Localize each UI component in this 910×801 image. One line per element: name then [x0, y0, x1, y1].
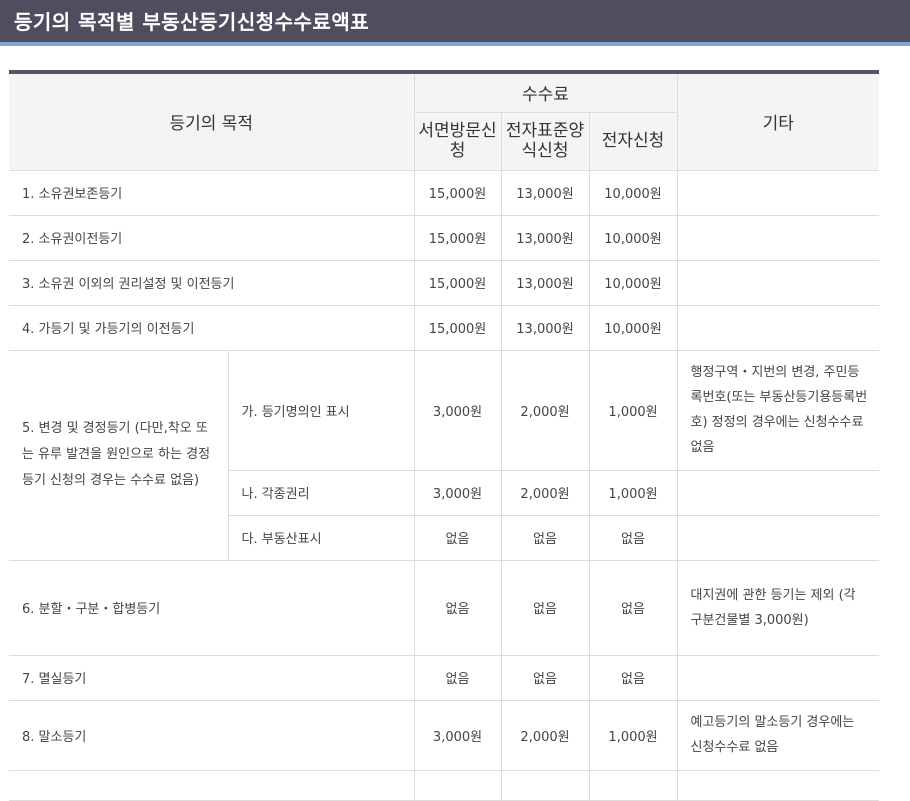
- fee-visit: 없음: [413, 654, 502, 701]
- fee-efile: 2,000원: [500, 349, 590, 471]
- header-electronic: 전자신청: [588, 111, 678, 171]
- row-etc: [676, 169, 880, 216]
- header-visit: 서면방문신청: [414, 111, 502, 171]
- fee-efile: 2,000원: [500, 469, 590, 516]
- row-etc: [676, 654, 880, 701]
- fee-electronic: 없음: [588, 559, 678, 656]
- fee-efile: 13,000원: [500, 169, 590, 216]
- fee-efile: 없음: [500, 559, 590, 656]
- fee-electronic: 없음: [588, 654, 678, 701]
- sub-row-label: 가. 등기명의인 표시: [227, 349, 415, 471]
- fee-visit: 15,000원: [413, 169, 502, 216]
- page-title: 등기의 목적별 부동산등기신청수수료액표: [14, 10, 370, 34]
- fee-efile: 13,000원: [500, 214, 590, 261]
- row-etc: [676, 469, 880, 516]
- table-row: 5. 변경 및 경정등기 (다만,착오 또는 유루 발견을 원인으로 하는 경정…: [9, 349, 880, 561]
- fee-electronic: 10,000원: [588, 259, 678, 306]
- row-etc: 대지권에 관한 등기는 제외 (각 구분건물별 3,000원): [676, 559, 880, 656]
- fee-electronic: 1,000원: [588, 699, 678, 771]
- row-purpose: 1. 소유권보존등기: [9, 169, 415, 216]
- row-etc: 예고등기의 말소등기 경우에는 신청수수료 없음: [676, 699, 880, 771]
- table-row-partial: [9, 769, 880, 801]
- fee-efile: 없음: [500, 514, 590, 561]
- fee-efile: 13,000원: [500, 304, 590, 351]
- table-row: 8. 말소등기 3,000원 2,000원 1,000원 예고등기의 말소등기 …: [9, 699, 880, 771]
- row-purpose: 2. 소유권이전등기: [9, 214, 415, 261]
- fee-efile: 13,000원: [500, 259, 590, 306]
- row-etc: [676, 514, 880, 561]
- fee-electronic: 10,000원: [588, 169, 678, 216]
- row-etc: [676, 259, 880, 306]
- fee-visit: 없음: [413, 514, 502, 561]
- row-purpose: 6. 분할・구분・합병등기: [9, 559, 415, 656]
- header-efile: 전자표준양식신청: [500, 111, 590, 171]
- fee-table-container: 등기의 목적 수수료 기타 서면방문신청 전자표준양식신청 전자신청 1. 소유…: [9, 70, 880, 801]
- table-row: 6. 분할・구분・합병등기 없음 없음 없음 대지권에 관한 등기는 제외 (각…: [9, 559, 880, 656]
- fee-efile: 없음: [500, 654, 590, 701]
- table-row: 1. 소유권보존등기 15,000원 13,000원 10,000원: [9, 169, 880, 216]
- fee-efile: 2,000원: [500, 699, 590, 771]
- fee-visit: 없음: [413, 559, 502, 656]
- fee-visit: 15,000원: [413, 214, 502, 261]
- table-row: 4. 가등기 및 가등기의 이전등기 15,000원 13,000원 10,00…: [9, 304, 880, 351]
- row-etc: [676, 214, 880, 261]
- fee-visit: 3,000원: [413, 699, 502, 771]
- row-purpose: 5. 변경 및 경정등기 (다만,착오 또는 유루 발견을 원인으로 하는 경정…: [9, 349, 229, 561]
- header-etc: 기타: [676, 71, 880, 171]
- row-purpose: 3. 소유권 이외의 권리설정 및 이전등기: [9, 259, 415, 306]
- page-title-bar: 등기의 목적별 부동산등기신청수수료액표: [0, 0, 910, 46]
- row-etc: [676, 304, 880, 351]
- fee-visit: 15,000원: [413, 304, 502, 351]
- fee-electronic: 1,000원: [588, 469, 678, 516]
- fee-electronic: 10,000원: [588, 214, 678, 261]
- row-etc: 행정구역・지번의 변경, 주민등록번호(또는 부동산등기용등록번호) 정정의 경…: [676, 349, 880, 471]
- row-purpose: 8. 말소등기: [9, 699, 415, 771]
- table-row: 7. 멸실등기 없음 없음 없음: [9, 654, 880, 701]
- fee-table: 등기의 목적 수수료 기타 서면방문신청 전자표준양식신청 전자신청 1. 소유…: [9, 70, 880, 801]
- row-purpose: 4. 가등기 및 가등기의 이전등기: [9, 304, 415, 351]
- sub-row-label: 다. 부동산표시: [228, 514, 415, 561]
- header-fee: 수수료: [413, 71, 678, 113]
- fee-electronic: 10,000원: [588, 304, 678, 351]
- sub-row-label: 나. 각종권리: [228, 469, 415, 516]
- table-row: 3. 소유권 이외의 권리설정 및 이전등기 15,000원 13,000원 1…: [9, 259, 880, 306]
- fee-visit: 15,000원: [413, 259, 502, 306]
- fee-electronic: 없음: [588, 514, 678, 561]
- header-row-1: 등기의 목적 수수료 기타: [9, 71, 880, 171]
- fee-electronic: 1,000원: [588, 349, 678, 471]
- fee-visit: 3,000원: [413, 349, 502, 471]
- row-purpose: 7. 멸실등기: [9, 654, 415, 701]
- fee-visit: 3,000원: [413, 469, 502, 516]
- header-purpose: 등기의 목적: [9, 71, 415, 171]
- table-row: 2. 소유권이전등기 15,000원 13,000원 10,000원: [9, 214, 880, 261]
